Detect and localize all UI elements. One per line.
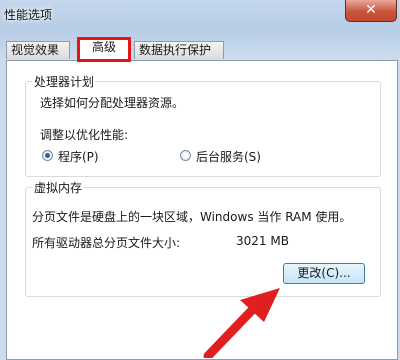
red-arrow-annotation [203,288,280,358]
performance-options-window: 性能选项 ✕ 视觉效果 高级 数据执行保护 处理器计划 选择如何分配处理器资源。… [0,0,400,360]
